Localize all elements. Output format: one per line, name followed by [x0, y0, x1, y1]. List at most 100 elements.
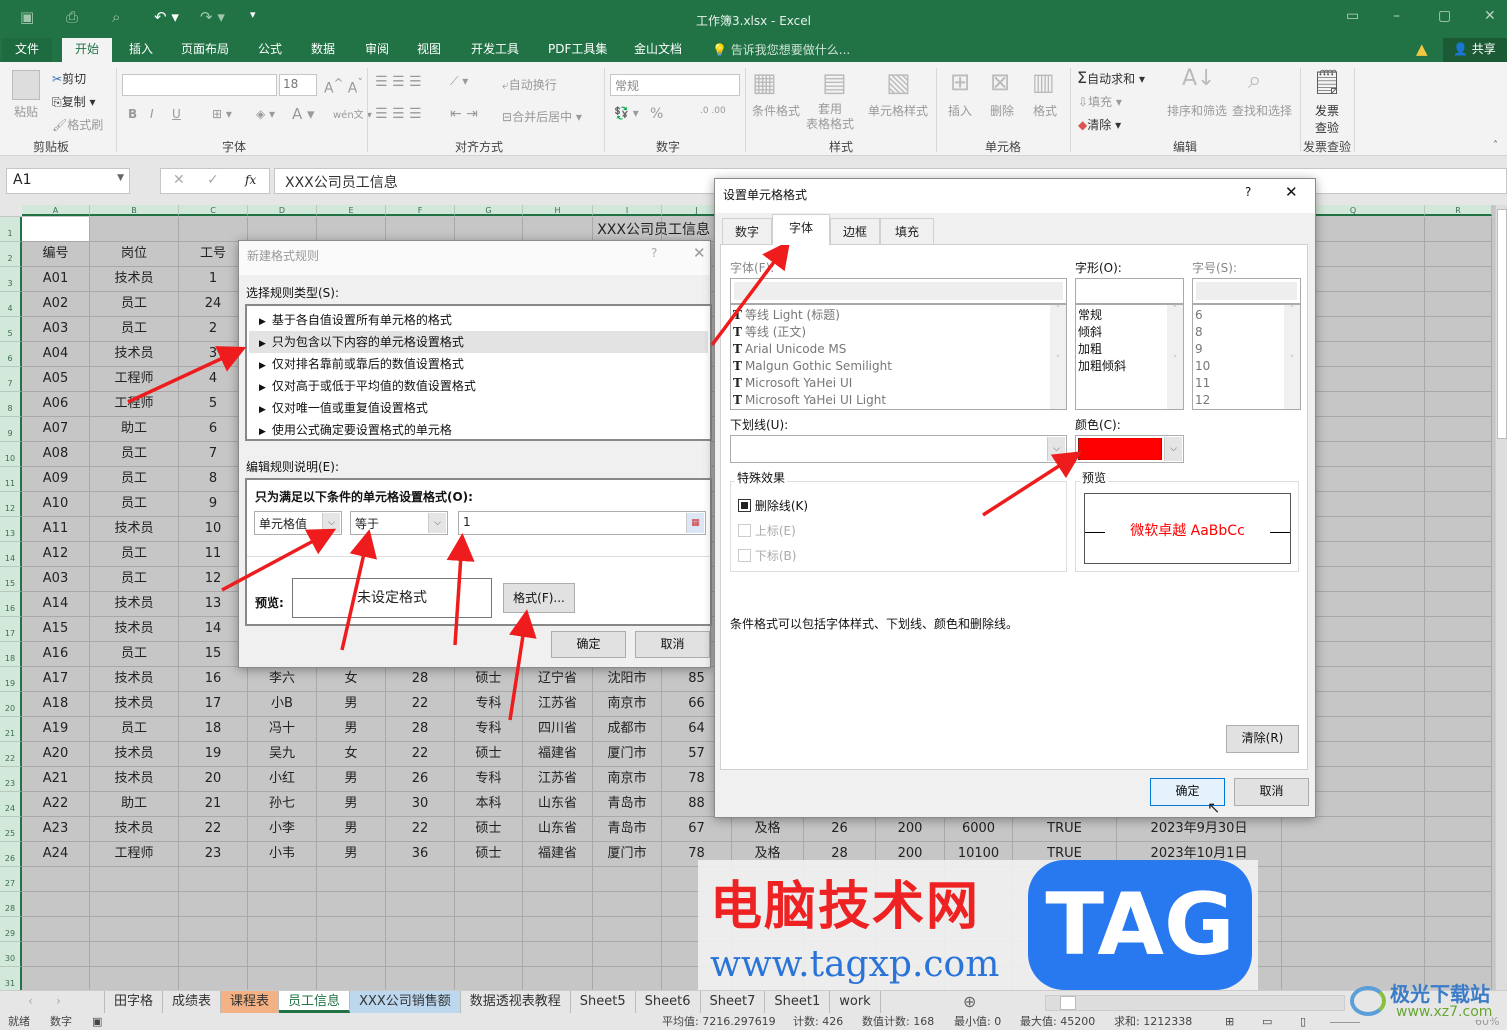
ribbon-display-icon[interactable]: ▭: [1346, 8, 1359, 24]
chevron-down-icon[interactable]: ⌵: [428, 513, 446, 533]
cell[interactable]: 工程师: [90, 842, 179, 867]
cell[interactable]: [1282, 817, 1425, 842]
cell[interactable]: 成都市: [593, 717, 662, 742]
list-scrollbar[interactable]: ˄ ˅: [1284, 305, 1300, 409]
cell[interactable]: 技术员: [90, 817, 179, 842]
cell[interactable]: 南京市: [593, 692, 662, 717]
cut-button[interactable]: ✂剪切: [52, 70, 86, 87]
cell[interactable]: [1425, 667, 1492, 692]
cell[interactable]: A04: [22, 342, 90, 367]
cell[interactable]: 辽宁省: [523, 667, 593, 692]
vertical-scrollbar[interactable]: [1495, 205, 1507, 990]
sheet-tab[interactable]: Sheet1: [765, 991, 831, 1013]
tab-3[interactable]: 页面布局: [168, 38, 242, 62]
scroll-thumb[interactable]: [1060, 996, 1076, 1010]
cell[interactable]: [248, 217, 317, 242]
rule-type-item[interactable]: ▶ 基于各自值设置所有单元格的格式: [249, 309, 708, 331]
cell[interactable]: A01: [22, 267, 90, 292]
cell[interactable]: A20: [22, 742, 90, 767]
percent-button[interactable]: %: [650, 106, 663, 122]
cell[interactable]: [455, 917, 523, 942]
row-header-18[interactable]: 18: [0, 642, 22, 667]
column-header-E[interactable]: E: [317, 205, 386, 216]
tab-8[interactable]: 开发工具: [458, 38, 532, 62]
cell[interactable]: 四川省: [523, 717, 593, 742]
warning-icon[interactable]: ▲: [1416, 40, 1428, 58]
chevron-down-icon[interactable]: ▼: [117, 173, 124, 183]
row-header-23[interactable]: 23: [0, 767, 22, 792]
cell[interactable]: A11: [22, 517, 90, 542]
cell[interactable]: [455, 892, 523, 917]
cell[interactable]: 冯十: [248, 717, 317, 742]
row-header-28[interactable]: 28: [0, 892, 22, 917]
tab-fill[interactable]: 填充: [880, 218, 934, 244]
row-header-7[interactable]: 7: [0, 367, 22, 392]
cell[interactable]: 员工: [90, 317, 179, 342]
font-item[interactable]: T Arial Unicode MS: [731, 341, 1066, 358]
cell[interactable]: [179, 867, 248, 892]
select-all-button[interactable]: [0, 205, 22, 216]
cell[interactable]: 岗位: [90, 242, 179, 267]
cell[interactable]: 江苏省: [523, 692, 593, 717]
italic-button[interactable]: I: [150, 107, 154, 121]
cell[interactable]: 18: [179, 717, 248, 742]
tab-2[interactable]: 插入: [116, 38, 166, 62]
close-icon[interactable]: ✕: [1484, 8, 1496, 24]
cell[interactable]: [248, 917, 317, 942]
cell[interactable]: [248, 867, 317, 892]
cell[interactable]: A16: [22, 642, 90, 667]
cell[interactable]: 2023年9月30日: [1117, 817, 1282, 842]
cell[interactable]: [386, 917, 455, 942]
row-header-9[interactable]: 9: [0, 417, 22, 442]
cell[interactable]: 员工: [90, 492, 179, 517]
cell[interactable]: A10: [22, 492, 90, 517]
condition-operator-select[interactable]: 等于 ⌵: [350, 511, 448, 535]
row-header-6[interactable]: 6: [0, 342, 22, 367]
conditional-format-button[interactable]: 条件格式: [752, 102, 800, 119]
cell[interactable]: [1425, 592, 1492, 617]
cell[interactable]: A14: [22, 592, 90, 617]
sort-filter-button[interactable]: 排序和筛选: [1167, 102, 1227, 119]
cell[interactable]: [22, 867, 90, 892]
sheet-tab[interactable]: 课程表: [221, 991, 280, 1013]
cell[interactable]: 20: [179, 767, 248, 792]
cell[interactable]: 男: [317, 792, 386, 817]
cell[interactable]: [1282, 842, 1425, 867]
cell[interactable]: [1425, 617, 1492, 642]
font-name-select[interactable]: [122, 74, 277, 96]
cell[interactable]: 17: [179, 692, 248, 717]
cell[interactable]: [1425, 867, 1492, 892]
cell[interactable]: 青岛市: [593, 792, 662, 817]
cell[interactable]: [1425, 692, 1492, 717]
font-item[interactable]: T 等线 Light (标题): [731, 307, 1066, 324]
row-header-27[interactable]: 27: [0, 867, 22, 892]
cell[interactable]: [523, 967, 593, 990]
column-header-F[interactable]: F: [386, 205, 455, 216]
font-size-select[interactable]: 18: [279, 74, 317, 96]
cell[interactable]: 26: [804, 817, 876, 842]
column-header-G[interactable]: G: [455, 205, 523, 216]
sheet-tab[interactable]: Sheet5: [571, 991, 636, 1013]
cell[interactable]: [22, 967, 90, 990]
help-button[interactable]: ?: [651, 246, 657, 260]
cell[interactable]: 硕士: [455, 817, 523, 842]
paste-button[interactable]: 粘贴: [14, 103, 38, 120]
cell[interactable]: [317, 892, 386, 917]
format-button[interactable]: 格式(F)...: [503, 583, 575, 613]
row-header-10[interactable]: 10: [0, 442, 22, 467]
cell[interactable]: [1425, 542, 1492, 567]
cell[interactable]: 23: [179, 842, 248, 867]
tab-1[interactable]: 开始: [62, 38, 113, 62]
scroll-tabs-right-icon[interactable]: ›: [56, 994, 61, 1008]
cell[interactable]: 工程师: [90, 392, 179, 417]
cell[interactable]: A18: [22, 692, 90, 717]
horizontal-scrollbar[interactable]: [1045, 995, 1345, 1011]
row-header-22[interactable]: 22: [0, 742, 22, 767]
cell[interactable]: [317, 917, 386, 942]
cell[interactable]: [455, 942, 523, 967]
sheet-tab[interactable]: 田字格: [105, 991, 164, 1013]
cell[interactable]: [1425, 342, 1492, 367]
enter-icon[interactable]: ✓: [207, 172, 219, 188]
clear-button[interactable]: ◆清除 ▾: [1078, 116, 1121, 133]
row-header-14[interactable]: 14: [0, 542, 22, 567]
